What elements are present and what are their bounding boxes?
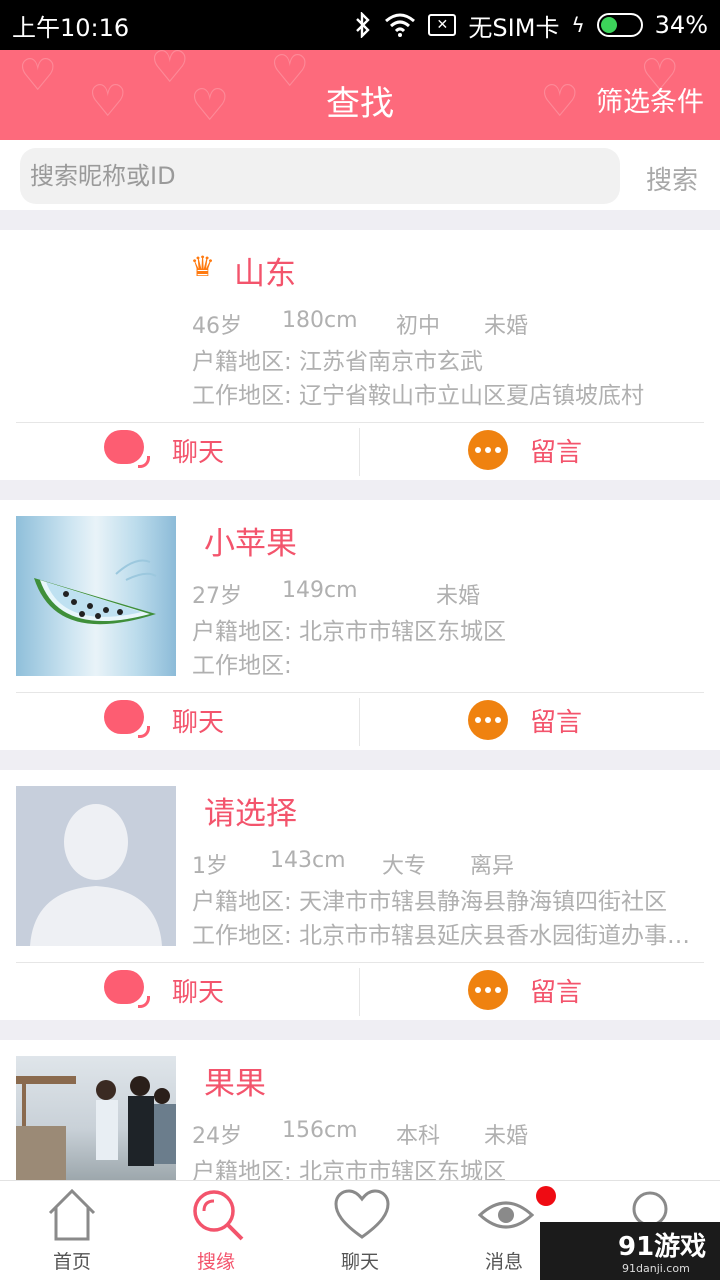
nav-chat-label: 聊天 xyxy=(340,1251,379,1273)
user-height: 180cm xyxy=(282,308,358,333)
group-photo xyxy=(16,1076,176,1180)
user-work-area: 工作地区: 辽宁省鞍山市立山区夏店镇坡底村 xyxy=(192,383,645,409)
user-age: 27岁 xyxy=(192,584,242,609)
avatar[interactable] xyxy=(16,516,176,676)
search-input[interactable] xyxy=(20,148,620,204)
user-age: 1岁 xyxy=(192,854,228,879)
status-indicators: ✕ 无SIM卡 ϟ 34% xyxy=(354,8,708,43)
user-education: 初中 xyxy=(396,314,441,339)
user-marital: 离异 xyxy=(470,854,515,879)
watermark-brand: 91游戏 xyxy=(618,1232,707,1262)
message-label: 留言 xyxy=(530,437,583,468)
no-sim-icon: ✕ xyxy=(428,14,457,36)
battery-icon xyxy=(596,13,643,37)
avatar[interactable] xyxy=(16,786,176,946)
divider xyxy=(359,698,360,746)
chat-button[interactable]: 聊天 xyxy=(104,970,224,1010)
message-label: 留言 xyxy=(530,977,583,1008)
chat-bubble-icon xyxy=(104,430,150,470)
user-hukou: 户籍地区: 天津市市辖县静海县静海镇四街社区 xyxy=(192,889,668,915)
search-bar: 搜索 xyxy=(0,140,720,210)
more-dots-icon xyxy=(468,700,508,740)
watermelon-photo xyxy=(34,559,157,625)
user-name: 山东 xyxy=(234,256,296,292)
user-marital: 未婚 xyxy=(484,1124,529,1149)
more-dots-icon xyxy=(468,430,508,470)
chat-bubble-icon xyxy=(104,700,150,740)
home-icon xyxy=(48,1188,96,1241)
charging-icon: ϟ xyxy=(571,13,585,37)
user-education: 大专 xyxy=(382,854,427,879)
chat-button[interactable]: 聊天 xyxy=(104,700,224,740)
user-card[interactable]: 小苹果 27岁 149cm 未婚 户籍地区: 北京市市辖区东城区 工作地区: 聊… xyxy=(0,500,720,750)
nav-home-label: 首页 xyxy=(52,1251,91,1273)
user-work-area: 工作地区: 北京市市辖县延庆县香水园街道办事… xyxy=(192,923,691,949)
nav-home[interactable]: 首页 xyxy=(0,1181,144,1280)
watermark-url: 91danji.com xyxy=(622,1262,690,1275)
default-avatar-icon xyxy=(30,804,162,946)
status-bar: 上午10:16 ✕ 无SIM卡 ϟ 34% xyxy=(0,0,720,50)
user-height: 143cm xyxy=(270,848,346,873)
user-hukou: 户籍地区: 北京市市辖区东城区 xyxy=(192,1159,507,1180)
crown-icon: ♛ xyxy=(190,250,216,283)
user-age: 46岁 xyxy=(192,314,242,339)
user-work-area: 工作地区: xyxy=(192,653,292,679)
chat-bubble-icon xyxy=(104,970,150,1010)
user-name: 果果 xyxy=(204,1066,266,1102)
search-icon xyxy=(193,1190,244,1241)
filter-button[interactable]: 筛选条件 xyxy=(596,80,704,119)
message-label: 留言 xyxy=(530,707,583,738)
chat-label: 聊天 xyxy=(172,977,225,1008)
wifi-icon xyxy=(385,13,416,37)
user-marital: 未婚 xyxy=(484,314,529,339)
eye-icon xyxy=(478,1201,534,1229)
nav-chat[interactable]: 聊天 xyxy=(288,1181,432,1280)
notification-dot xyxy=(536,1186,556,1206)
divider xyxy=(16,692,704,693)
brand-watermark: 91游戏 91danji.com xyxy=(540,1222,720,1280)
bluetooth-icon xyxy=(356,12,371,38)
user-height: 156cm xyxy=(282,1118,358,1143)
sim-status: 无SIM卡 xyxy=(468,13,560,42)
user-hukou: 户籍地区: 北京市市辖区东城区 xyxy=(192,619,507,645)
divider xyxy=(359,428,360,476)
user-age: 24岁 xyxy=(192,1124,242,1149)
user-education: 本科 xyxy=(396,1124,441,1149)
chat-button[interactable]: 聊天 xyxy=(104,430,224,470)
chat-label: 聊天 xyxy=(172,437,225,468)
more-dots-icon xyxy=(468,970,508,1010)
user-name: 小苹果 xyxy=(204,526,297,562)
divider xyxy=(16,962,704,963)
user-height: 149cm xyxy=(282,578,358,603)
heart-icon xyxy=(334,1189,390,1239)
user-marital: 未婚 xyxy=(436,584,481,609)
user-hukou: 户籍地区: 江苏省南京市玄武 xyxy=(192,349,484,375)
search-button[interactable]: 搜索 xyxy=(646,160,698,197)
user-card[interactable]: 果果 24岁 156cm 本科 未婚 户籍地区: 北京市市辖区东城区 xyxy=(0,1040,720,1180)
user-card[interactable]: 请选择 1岁 143cm 大专 离异 户籍地区: 天津市市辖县静海县静海镇四街社… xyxy=(0,770,720,1020)
avatar[interactable] xyxy=(16,1056,176,1180)
app-header: ♡ ♡ ♡ ♡ ♡ ♡ ♡ 查找 筛选条件 xyxy=(0,50,720,140)
user-card[interactable]: ♛ 山东 46岁 180cm 初中 未婚 户籍地区: 江苏省南京市玄武 工作地区… xyxy=(0,230,720,480)
battery-percent: 34% xyxy=(654,11,708,39)
chat-label: 聊天 xyxy=(172,707,225,738)
divider xyxy=(16,422,704,423)
user-name: 请选择 xyxy=(204,796,297,832)
message-button[interactable]: 留言 xyxy=(468,430,582,470)
message-button[interactable]: 留言 xyxy=(468,970,582,1010)
nav-search[interactable]: 搜缘 xyxy=(144,1181,288,1280)
divider xyxy=(359,968,360,1016)
message-button[interactable]: 留言 xyxy=(468,700,582,740)
status-time: 上午10:16 xyxy=(12,13,130,42)
nav-search-label: 搜缘 xyxy=(196,1251,235,1273)
